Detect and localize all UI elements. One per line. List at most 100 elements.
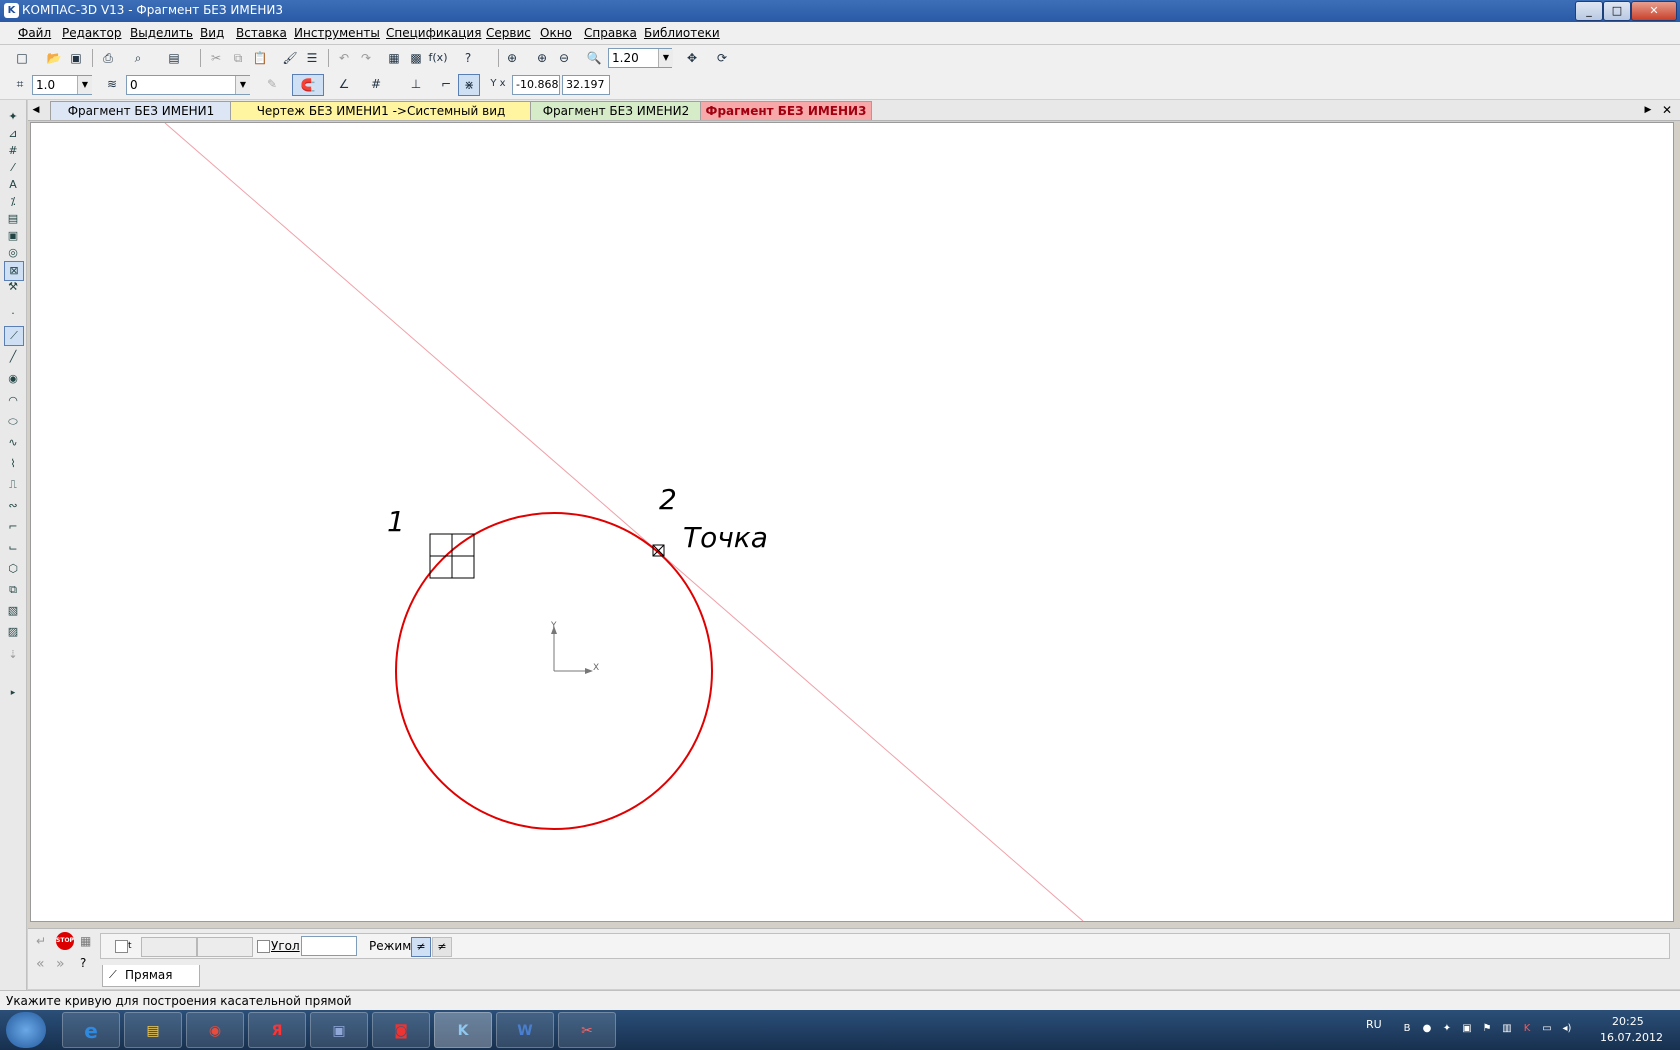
paste-icon[interactable]: 📋 <box>250 48 270 68</box>
menu-tools[interactable]: Инструменты <box>294 26 380 40</box>
internet-explorer-icon[interactable]: e <box>62 1012 120 1048</box>
rectangle-tool-icon[interactable]: ⧉ <box>4 581 22 599</box>
drawing-canvas[interactable]: 1 2 Точка Y X <box>30 122 1674 922</box>
zoom-out-icon[interactable]: ⊖ <box>554 48 574 68</box>
help-pointer-icon[interactable]: ? <box>458 48 478 68</box>
notation-panel-icon[interactable]: # <box>4 142 22 160</box>
arc-tool-icon[interactable]: ◠ <box>4 392 22 410</box>
spec-panel-icon[interactable]: ▣ <box>4 227 22 245</box>
manager-icon[interactable]: ▤ <box>164 48 184 68</box>
menu-libraries[interactable]: Библиотеки <box>644 26 720 40</box>
parametrization-panel-icon[interactable]: A <box>4 176 22 194</box>
function-icon[interactable]: f(x) <box>428 48 448 68</box>
undo-icon[interactable]: ↶ <box>334 48 354 68</box>
close-document-icon[interactable]: ✕ <box>1660 101 1674 119</box>
segment-tool-icon[interactable]: ╱ <box>4 348 22 366</box>
erase-icon[interactable]: ✎ <box>262 74 282 94</box>
menu-edit[interactable]: Редактор <box>62 26 121 40</box>
help-icon[interactable]: ? <box>80 956 86 970</box>
coord-y-field[interactable]: 32.197 <box>562 75 610 95</box>
chevron-down-icon[interactable]: ▼ <box>77 76 92 94</box>
tray-network-icon[interactable]: ▥ <box>1500 1022 1514 1036</box>
chamfer-tool-icon[interactable]: ⌙ <box>4 539 22 557</box>
polyline-tool-icon[interactable]: ⌇ <box>4 455 22 473</box>
menu-insert[interactable]: Вставка <box>236 26 287 40</box>
chevron-down-icon[interactable]: ▼ <box>235 76 250 94</box>
spline-tool-icon[interactable]: ∿ <box>4 434 22 452</box>
tray-antivirus-icon[interactable]: K <box>1520 1022 1534 1036</box>
zoom-window-icon[interactable]: ⊕ <box>502 48 522 68</box>
menu-view[interactable]: Вид <box>200 26 224 40</box>
menu-service[interactable]: Сервис <box>486 26 531 40</box>
clock-time[interactable]: 20:25 <box>1612 1015 1644 1028</box>
refresh-icon[interactable]: ⟳ <box>712 48 732 68</box>
open-folder-icon[interactable]: 📂 <box>44 48 64 68</box>
zoom-scale-icon[interactable]: 🔍 <box>584 48 604 68</box>
auxiliary-line-tool-icon[interactable]: ⟋ <box>4 326 24 346</box>
tab-drawing-1[interactable]: Чертеж БЕЗ ИМЕНИ1 ->Системный вид <box>230 101 532 120</box>
menu-file[interactable]: Файл <box>18 26 51 40</box>
local-cs-icon[interactable]: ⊥ <box>406 74 426 94</box>
close-button[interactable]: ✕ <box>1631 1 1677 21</box>
tree-icon[interactable]: ▦ <box>384 48 404 68</box>
dimensions-panel-icon[interactable]: ⊿ <box>4 125 22 143</box>
collect-contour-icon[interactable]: ⇣ <box>4 646 22 664</box>
tab-fragment-2[interactable]: Фрагмент БЕЗ ИМЕНИ2 <box>530 101 702 120</box>
word-icon[interactable]: W <box>496 1012 554 1048</box>
menu-select[interactable]: Выделить <box>130 26 193 40</box>
tray-updater-icon[interactable]: ✦ <box>1440 1022 1454 1036</box>
next-object-icon[interactable]: » <box>56 956 65 972</box>
point-y-field[interactable] <box>197 937 253 957</box>
chevron-down-icon[interactable]: ▼ <box>658 49 673 67</box>
library-panel-icon[interactable]: ⚒ <box>4 278 22 296</box>
point-x-field[interactable] <box>141 937 197 957</box>
selection-panel-icon[interactable]: ▤ <box>4 210 22 228</box>
measure-panel-icon[interactable]: ⁒ <box>4 193 22 211</box>
enter-object-icon[interactable]: ↵ <box>36 934 46 948</box>
media-player-icon[interactable]: ◙ <box>372 1012 430 1048</box>
new-document-icon[interactable]: □ <box>12 48 32 68</box>
tab-line-properties[interactable]: ⟋ Прямая <box>102 965 200 987</box>
ellipse-tool-icon[interactable]: ⬭ <box>4 413 22 431</box>
print-preview-icon[interactable]: ⌕ <box>128 48 148 68</box>
angle-checkbox[interactable] <box>257 940 270 953</box>
contour-tool-icon[interactable]: ⎍ <box>4 476 22 494</box>
expand-arrow-icon[interactable]: ▸ <box>4 684 22 702</box>
yandex-icon[interactable]: Я <box>248 1012 306 1048</box>
tab-scroll-right-icon[interactable]: ▶ <box>1642 101 1654 119</box>
coord-x-field[interactable]: -10.868 <box>512 75 560 95</box>
maximize-button[interactable]: □ <box>1603 1 1631 21</box>
save-icon[interactable]: ▣ <box>66 48 86 68</box>
copy-icon[interactable]: ⧉ <box>228 48 248 68</box>
format-brush-icon[interactable]: 🖌 <box>280 48 300 68</box>
mode-cross-icon[interactable]: ≠ <box>432 937 452 957</box>
zoom-in-icon[interactable]: ⊕ <box>532 48 552 68</box>
ortho-icon[interactable]: ∠ <box>334 74 354 94</box>
tray-volume-icon[interactable]: ◂) <box>1560 1022 1574 1036</box>
chrome-icon[interactable]: ◉ <box>186 1012 244 1048</box>
point-tool-icon[interactable]: · <box>4 305 22 323</box>
tray-mascot-icon[interactable]: ● <box>1420 1022 1434 1036</box>
menu-specification[interactable]: Спецификация <box>386 26 481 40</box>
tray-flag-icon[interactable]: ⚑ <box>1480 1022 1494 1036</box>
tab-fragment-1[interactable]: Фрагмент БЕЗ ИМЕНИ1 <box>50 101 232 120</box>
menu-help[interactable]: Справка <box>584 26 637 40</box>
snap-magnet-icon[interactable]: 🧲 <box>292 74 324 96</box>
tray-b-icon[interactable]: B <box>1400 1022 1414 1036</box>
floppy-save-icon[interactable]: ▣ <box>310 1012 368 1048</box>
fillet-tool-icon[interactable]: ⌐ <box>4 518 22 536</box>
reports-panel-icon[interactable]: ◎ <box>4 244 22 262</box>
clock-date[interactable]: 16.07.2012 <box>1600 1031 1663 1044</box>
pan-icon[interactable]: ✥ <box>682 48 702 68</box>
cut-icon[interactable]: ✂ <box>206 48 226 68</box>
fill-tool-icon[interactable]: ▨ <box>4 623 22 641</box>
menu-window[interactable]: Окно <box>540 26 572 40</box>
previous-object-icon[interactable]: « <box>36 956 45 972</box>
properties-icon[interactable]: ☰ <box>302 48 322 68</box>
tray-display-icon[interactable]: ▣ <box>1460 1022 1474 1036</box>
layer-select[interactable]: 0 <box>126 75 250 95</box>
minimize-button[interactable]: _ <box>1575 1 1603 21</box>
t-checkbox[interactable] <box>115 940 128 953</box>
stop-command-button[interactable]: STOP <box>56 932 74 950</box>
parametric-icon[interactable]: ⋇ <box>458 74 480 96</box>
